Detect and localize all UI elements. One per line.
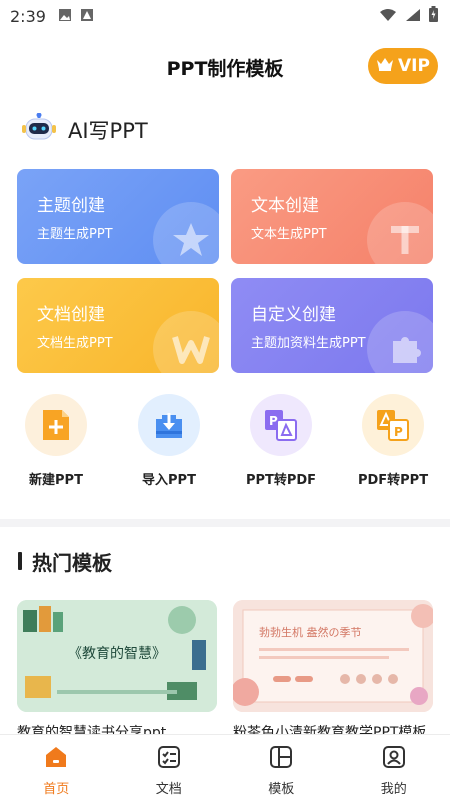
tool-pdf-to-ppt[interactable]: P PDF转PPT [348,394,438,494]
section-divider [0,519,450,527]
card-title: 文档创建 [37,305,105,325]
tool-label: 导入PPT [142,473,196,488]
ai-ppt-label: AI写PPT [68,119,148,143]
vip-label: VIP [398,56,430,76]
template-card-pink-tea[interactable]: 勃勃生机 盎然の季节 粉茶色小清新教育教学PPT模板 [233,600,433,742]
hot-templates-heading: 热门模板 [18,546,112,576]
tool-label: PDF转PPT [357,473,429,488]
signal-icon [405,7,421,26]
import-icon [138,394,200,456]
battery-icon [429,6,438,26]
nav-home[interactable]: 首页 [0,735,113,800]
document-icon [156,744,182,774]
app-notification-icon [80,7,94,26]
header: PPT制作模板 VIP [0,40,450,92]
image-icon [58,7,72,26]
nav-templates[interactable]: 模板 [225,735,338,800]
nav-label: 首页 [43,782,70,797]
svg-text:P: P [394,425,403,439]
card-title: 主题创建 [37,196,105,216]
nav-label: 文档 [155,782,182,797]
floral-illustration: 勃勃生机 盎然の季节 [233,600,433,712]
nav-profile[interactable]: 我的 [338,735,450,800]
tool-ppt-to-pdf[interactable]: P PPT转PDF [236,394,326,494]
tool-new-ppt[interactable]: 新建PPT [11,394,101,494]
letter-t-icon [367,202,433,264]
card-subtitle: 文档生成PPT [37,336,113,351]
card-subtitle: 主题生成PPT [37,227,113,242]
card-document-create[interactable]: 文档创建 文档生成PPT [17,278,219,373]
home-icon [43,744,69,774]
nav-label: 模板 [268,782,295,797]
pdf-to-ppt-icon: P [362,394,424,456]
card-title: 文本创建 [251,196,319,216]
tool-label: PPT转PDF [245,473,317,488]
crown-icon [376,56,394,76]
template-thumb-title: 《教育的智慧》 [68,646,166,662]
puzzle-icon [367,311,433,373]
wifi-icon [379,7,397,26]
card-title: 自定义创建 [251,305,336,325]
profile-icon [381,744,407,774]
card-subtitle: 主题加资料生成PPT [251,336,366,351]
template-card-education[interactable]: 《教育的智慧》 教育的智慧读书分享ppt [17,600,217,742]
bottom-nav: 首页 文档 模板 我的 [0,734,450,800]
new-file-icon [25,394,87,456]
status-time: 2:39 [10,6,46,26]
template-thumbnail: 勃勃生机 盎然の季节 [233,600,433,712]
robot-icon [22,112,56,147]
card-subtitle: 文本生成PPT [251,227,327,242]
heading-bar [18,552,22,570]
section-title: 热门模板 [32,550,112,575]
ppt-to-pdf-icon: P [250,394,312,456]
template-thumb-title: 勃勃生机 盎然の季节 [259,625,362,639]
nav-documents[interactable]: 文档 [113,735,226,800]
card-theme-create[interactable]: 主题创建 主题生成PPT [17,169,219,264]
tool-import-ppt[interactable]: 导入PPT [124,394,214,494]
template-thumbnail: 《教育的智慧》 [17,600,217,712]
tool-label: 新建PPT [29,473,83,488]
star-icon [153,202,219,264]
status-bar: 2:39 [0,0,450,32]
letter-w-icon [153,311,219,373]
card-text-create[interactable]: 文本创建 文本生成PPT [231,169,433,264]
nav-label: 我的 [380,782,407,797]
books-illustration: 《教育的智慧》 [17,600,217,712]
vip-button[interactable]: VIP [368,48,438,84]
card-custom-create[interactable]: 自定义创建 主题加资料生成PPT [231,278,433,373]
ai-ppt-row[interactable]: AI写PPT [22,112,148,148]
template-icon [268,744,294,774]
